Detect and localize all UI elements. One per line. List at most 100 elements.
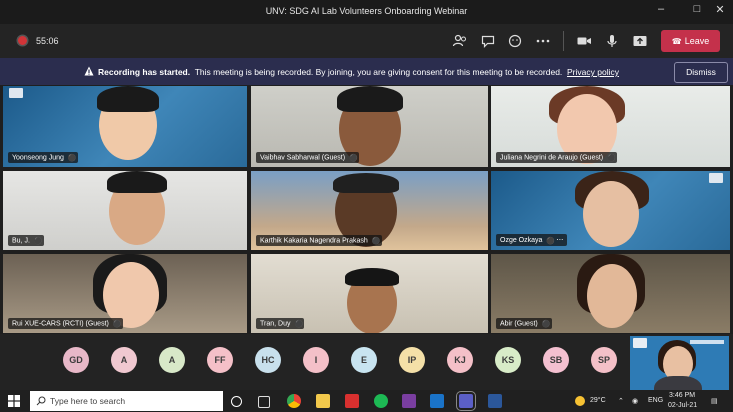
mic-muted-icon: ⚫ [546,237,556,245]
participant-name-tag: Juliana Negrini de Araujo (Guest) ⚫ [496,151,618,163]
widgets-icon[interactable] [258,396,270,408]
search-placeholder: Type here to search [50,396,126,406]
participant-name-tag: Tran, Duy ⚫ [256,317,305,329]
teams-icon[interactable] [456,391,476,411]
window-title: UNV: SDG AI Lab Volunteers Onboarding We… [265,6,468,16]
camera-icon[interactable] [576,33,592,49]
participant-name: Rui XUE-CARS (RCTI) (Guest) [12,320,109,327]
tray-chevron-icon[interactable]: ⌃ [618,397,624,405]
more-icon[interactable]: ⋯ [556,237,563,244]
participant-name-tag: Vaibhav Sabharwal (Guest) ⚫ [256,151,360,163]
task-view-icon[interactable] [231,396,242,407]
minimize-icon[interactable]: – [650,3,672,15]
weather-icon[interactable] [575,396,585,406]
banner-message: This meeting is being recorded. By joini… [194,67,563,77]
participant-avatar[interactable]: SB [543,347,569,373]
participant-name-tag: Yoonseong Jung ⚫ [8,151,78,163]
participant-video [583,181,639,247]
participant-hair [345,268,399,286]
search-icon [36,396,46,406]
banner-graphic [690,340,724,344]
mic-muted-icon: ⚫ [294,320,304,328]
participant-hair [107,171,167,193]
logo-badge-icon [9,88,23,98]
privacy-policy-link[interactable]: Privacy policy [567,67,619,77]
file-explorer-icon[interactable] [316,394,330,408]
video-tile[interactable]: Juliana Negrini de Araujo (Guest) ⚫ [491,86,730,167]
windows-start-icon[interactable] [8,395,20,407]
participant-avatar[interactable]: IP [399,347,425,373]
participant-avatar[interactable]: I [303,347,329,373]
leave-button[interactable]: ☎ Leave [661,30,720,52]
participant-name: Tran, Duy [260,320,291,327]
participant-name-tag: Abir (Guest) ⚫ [496,317,552,329]
recording-banner: Recording has started. This meeting is b… [0,58,733,85]
participant-name: Yoonseong Jung [12,154,64,161]
toolbar-divider [563,31,564,51]
participant-hair [333,173,399,193]
logo-badge-icon [633,338,647,348]
participant-name-tag: Rui XUE-CARS (RCTI) (Guest) ⚫ [8,317,123,329]
notifications-icon[interactable]: ▤ [711,397,718,405]
video-tile[interactable]: Vaibhav Sabharwal (Guest) ⚫ [251,86,488,167]
participant-hair [337,86,403,112]
word-icon[interactable] [488,394,502,408]
leave-label: Leave [684,36,710,46]
video-tile[interactable]: Yoonseong Jung ⚫ [3,86,247,167]
participant-name: Karthik Kakaria Nagendra Prakash [260,237,368,244]
close-icon[interactable]: ✕ [709,3,731,16]
participant-name: Juliana Negrini de Araujo (Guest) [500,154,604,161]
participant-avatar[interactable]: E [351,347,377,373]
more-options-icon[interactable] [535,33,551,49]
self-shoulders [654,376,702,390]
chrome-icon[interactable] [287,394,301,408]
participant-name: Ozge Ozkaya [500,237,543,244]
reactions-icon[interactable] [507,33,523,49]
video-grid: Yoonseong Jung ⚫ Vaibhav Sabharwal (Guest… [0,86,733,333]
video-tile[interactable]: Tran, Duy ⚫ [251,254,488,333]
chat-icon[interactable] [480,33,496,49]
acrobat-icon[interactable] [345,394,359,408]
video-tile[interactable]: Bu, J. ⚫ [3,171,247,250]
mic-muted-icon: ⚫ [541,320,551,328]
participant-avatar[interactable]: A [111,347,137,373]
logo-badge-icon [709,173,723,183]
participant-video [587,264,637,328]
participants-icon[interactable] [452,33,468,49]
video-tile[interactable]: Rui XUE-CARS (RCTI) (Guest) ⚫ [3,254,247,333]
participant-avatar[interactable]: A [159,347,185,373]
participant-avatar[interactable]: KS [495,347,521,373]
mic-muted-icon: ⚫ [67,154,77,162]
share-screen-icon[interactable] [632,33,648,49]
spotify-icon[interactable] [374,394,388,408]
temperature: 29°C [590,397,606,404]
meeting-toolbar: 55:06 ☎ Leave [0,24,733,58]
language-indicator[interactable]: ENG [648,397,663,404]
participant-avatar[interactable]: FF [207,347,233,373]
clock-date[interactable]: 02-Jul-21 [668,402,697,409]
participant-name: Vaibhav Sabharwal (Guest) [260,154,346,161]
participant-avatar[interactable]: HC [255,347,281,373]
video-tile[interactable]: Karthik Kakaria Nagendra Prakash ⚫ [251,171,488,250]
onenote-icon[interactable] [402,394,416,408]
phone-hangup-icon: ☎ [671,37,682,46]
participant-avatar[interactable]: KJ [447,347,473,373]
video-tile[interactable]: Ozge Ozkaya ⚫⋯ [491,171,730,250]
participant-name-tag: Ozge Ozkaya ⚫⋯ [496,234,568,246]
participant-avatar[interactable]: GD [63,347,89,373]
recording-icon [18,36,27,45]
banner-text: Recording has started. This meeting is b… [98,67,619,77]
microphone-icon[interactable] [604,33,620,49]
outlook-icon[interactable] [430,394,444,408]
participant-avatar[interactable]: SP [591,347,617,373]
warning-icon [84,66,94,76]
self-view-video[interactable] [630,336,729,390]
participant-avatar-strip: GD A A FF HC I E IP KJ KS SB SP [0,334,733,390]
video-tile[interactable]: Abir (Guest) ⚫ [491,254,730,333]
clock-time[interactable]: 3:46 PM [669,392,695,399]
mic-muted-icon: ⚫ [33,237,43,245]
maximize-icon[interactable]: □ [686,3,708,15]
dismiss-button[interactable]: Dismiss [674,62,728,83]
participant-hair [97,86,159,112]
taskbar-search-box[interactable]: Type here to search [30,391,223,411]
